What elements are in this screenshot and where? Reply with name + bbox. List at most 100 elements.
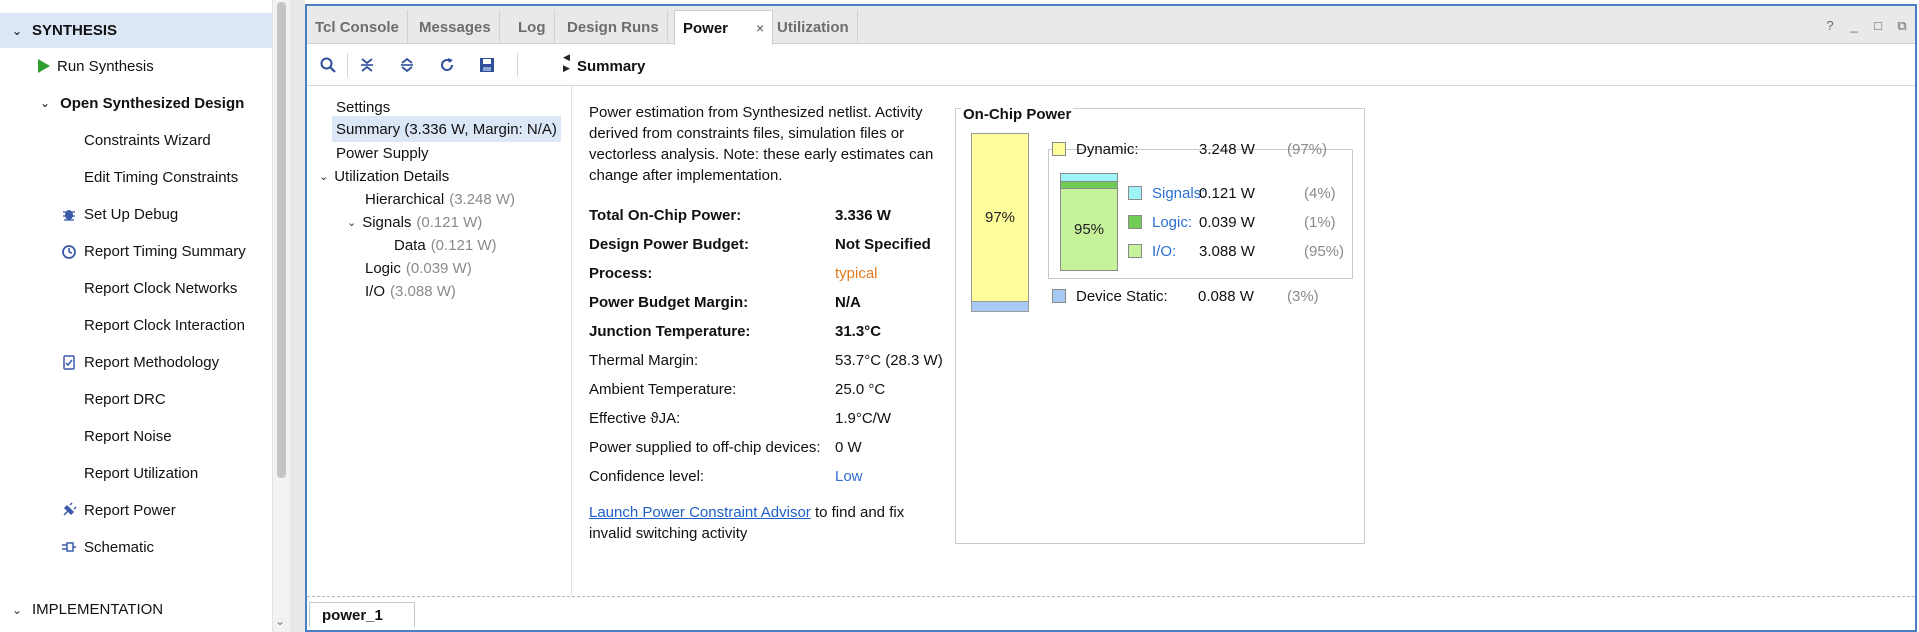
toolbar-divider xyxy=(517,53,518,77)
chevron-down-icon[interactable]: ⌄ xyxy=(40,96,50,110)
dynamic-bar: 97% xyxy=(971,133,1029,301)
tree-item-label: Utilization Details xyxy=(334,167,450,185)
row-value: 0 W xyxy=(835,438,862,456)
row-value: N/A xyxy=(835,293,861,311)
tree-item-value: (0.121 W) xyxy=(416,213,483,231)
signals-link[interactable]: Signals: xyxy=(1152,185,1205,202)
legend-watts: 0.121 W xyxy=(1199,184,1255,202)
toolbar: ◀ ▶ Summary xyxy=(307,44,1915,86)
chevron-down-icon[interactable]: ⌄ xyxy=(347,216,356,229)
confidence-link[interactable]: Low xyxy=(835,468,863,485)
tree-item-summary[interactable]: Summary (3.336 W, Margin: N/A) xyxy=(332,116,561,142)
nav-open-synthesized-design[interactable]: ⌄ Open Synthesized Design xyxy=(40,88,244,118)
legend-io: I/O: 3.088 W (95%) xyxy=(1128,241,1348,261)
power-constraint-advisor-link[interactable]: Launch Power Constraint Advisor xyxy=(589,504,811,521)
nav-report-noise[interactable]: Report Noise xyxy=(84,421,172,451)
tab-messages[interactable]: Messages xyxy=(411,10,500,44)
schematic-icon xyxy=(60,538,78,556)
nav-open-synthesized-design-label: Open Synthesized Design xyxy=(60,94,245,112)
nav-run-synthesis-label: Run Synthesis xyxy=(57,57,154,75)
nav-set-up-debug[interactable]: Set Up Debug xyxy=(63,199,178,229)
tab-power[interactable]: Power × xyxy=(674,10,774,45)
nav-report-clock-networks[interactable]: Report Clock Networks xyxy=(84,273,237,303)
row-value: Not Specified xyxy=(835,235,931,253)
nav-report-power[interactable]: Report Power xyxy=(63,495,176,525)
expand-all-icon[interactable] xyxy=(396,54,418,76)
row-value: 1.9°C/W xyxy=(835,409,892,427)
row-design-power-budget: Design Power Budget: Not Specified xyxy=(589,233,931,255)
on-chip-power-box: On-Chip Power 97% 95% Dynamic: 3.248 W (… xyxy=(955,106,1365,544)
summary-intro: Power estimation from Synthesized netlis… xyxy=(589,104,934,184)
legend-device-static: Device Static: 0.088 W (3%) xyxy=(1052,286,1352,306)
nav-report-clock-interaction[interactable]: Report Clock Interaction xyxy=(84,310,245,340)
tab-label: Tcl Console xyxy=(315,18,399,36)
legend-pct: (4%) xyxy=(1304,184,1336,202)
tree-item-label: I/O xyxy=(365,282,386,300)
nav-scrollbar[interactable]: ⌄ xyxy=(272,0,290,632)
tree-item-label: Summary (3.336 W, Margin: N/A) xyxy=(336,120,557,138)
row-key: Total On-Chip Power: xyxy=(589,206,742,224)
row-value: 31.3°C xyxy=(835,322,882,340)
row-key: Power Budget Margin: xyxy=(589,293,749,311)
tab-log[interactable]: Log xyxy=(510,10,555,44)
signals-bar xyxy=(1060,173,1118,182)
row-value: 25.0 °C xyxy=(835,380,886,398)
chevron-down-icon[interactable]: ⌄ xyxy=(319,170,328,183)
search-icon[interactable] xyxy=(317,54,339,76)
close-icon[interactable]: × xyxy=(756,20,764,36)
nav-run-synthesis[interactable]: Run Synthesis xyxy=(38,51,154,81)
collapse-all-icon[interactable] xyxy=(356,54,378,76)
row-power-off-chip: Power supplied to off-chip devices: 0 W xyxy=(589,436,862,458)
play-icon xyxy=(35,57,53,75)
nav-constraints-wizard[interactable]: Constraints Wizard xyxy=(84,125,211,155)
splitter[interactable] xyxy=(290,0,305,632)
tab-design-runs[interactable]: Design Runs xyxy=(559,10,668,44)
nav-schematic[interactable]: Schematic xyxy=(62,532,154,562)
row-effective-theta-ja: Effective ϑJA: 1.9°C/W xyxy=(589,407,891,429)
maximize-icon[interactable]: □ xyxy=(1871,18,1885,34)
section-implementation[interactable]: ⌄ IMPLEMENTATION xyxy=(0,592,272,627)
help-icon[interactable]: ? xyxy=(1823,18,1837,34)
scrollbar-thumb[interactable] xyxy=(277,2,286,478)
clipboard-check-icon xyxy=(60,353,78,371)
tab-utilization[interactable]: Utilization xyxy=(769,10,858,44)
nav-edit-timing-constraints[interactable]: Edit Timing Constraints xyxy=(84,162,238,192)
tree-item-io[interactable]: I/O (3.088 W) xyxy=(365,278,456,304)
legend-signals: Signals: 0.121 W (4%) xyxy=(1128,183,1348,203)
nav-report-drc[interactable]: Report DRC xyxy=(84,384,166,414)
section-implementation-label: IMPLEMENTATION xyxy=(32,601,164,618)
section-synthesis-label: SYNTHESIS xyxy=(32,22,118,39)
row-total-on-chip-power: Total On-Chip Power: 3.336 W xyxy=(589,204,891,226)
panel-collapse-handle[interactable]: ◀ ▶ xyxy=(563,52,570,74)
power-plug-icon xyxy=(60,501,78,519)
row-value: 3.336 W xyxy=(835,206,891,224)
logic-link[interactable]: Logic: xyxy=(1152,214,1192,231)
section-synthesis[interactable]: ⌄ SYNTHESIS xyxy=(0,13,272,48)
tab-tcl-console[interactable]: Tcl Console xyxy=(307,10,408,44)
chevron-down-icon[interactable]: ⌄ xyxy=(12,603,26,617)
tab-label: Design Runs xyxy=(567,18,659,36)
io-link[interactable]: I/O: xyxy=(1152,243,1176,260)
minimize-icon[interactable]: _ xyxy=(1847,18,1861,34)
summary-header: Summary xyxy=(577,58,646,75)
nav-report-utilization[interactable]: Report Utilization xyxy=(84,458,198,488)
static-swatch xyxy=(1052,289,1066,303)
nav-report-timing-summary[interactable]: Report Timing Summary xyxy=(62,236,246,266)
chevron-down-icon[interactable]: ⌄ xyxy=(12,24,26,38)
tree-item-value: (3.248 W) xyxy=(449,190,516,208)
tab-label: Log xyxy=(518,18,546,36)
chevron-down-icon[interactable]: ⌄ xyxy=(275,614,285,628)
nav-item-label: Report Methodology xyxy=(84,353,220,371)
refresh-icon[interactable] xyxy=(436,54,458,76)
row-value: 53.7°C (28.3 W) xyxy=(835,351,943,369)
legend-pct: (97%) xyxy=(1287,140,1328,158)
row-junction-temperature: Junction Temperature: 31.3°C xyxy=(589,320,881,342)
report-tree: Settings Summary (3.336 W, Margin: N/A) … xyxy=(307,86,572,596)
save-icon[interactable] xyxy=(476,54,498,76)
report-tab-power-1[interactable]: power_1 xyxy=(309,602,415,627)
restore-icon[interactable]: ⧉ xyxy=(1895,18,1909,34)
nav-report-methodology[interactable]: Report Methodology xyxy=(63,347,220,377)
window-controls: ? _ □ ⧉ xyxy=(1823,18,1909,34)
nav-item-label: Report Utilization xyxy=(84,464,199,482)
row-power-budget-margin: Power Budget Margin: N/A xyxy=(589,291,861,313)
